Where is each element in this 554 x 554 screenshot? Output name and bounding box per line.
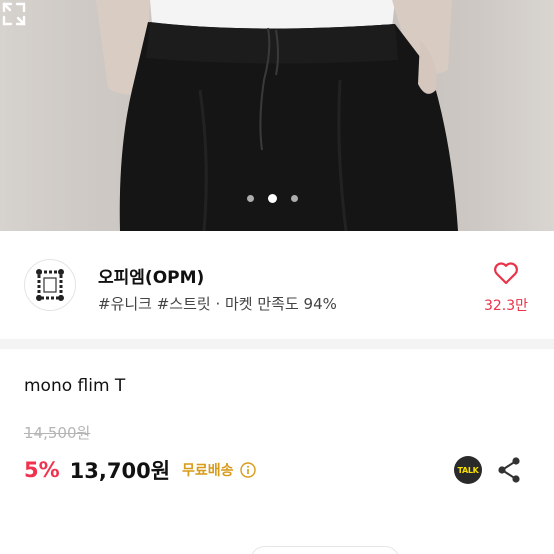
seller-section[interactable]: 오피엠(OPM) #유니크 #스트릿 · 마켓 만족도 94% 32.3만 xyxy=(0,231,554,339)
seller-tags: #유니크 #스트릿 · 마켓 만족도 94% xyxy=(98,295,337,313)
talk-label: TALK xyxy=(457,465,479,475)
product-image[interactable] xyxy=(0,0,554,231)
share-icon[interactable] xyxy=(496,456,522,484)
like-button[interactable]: 32.3만 xyxy=(476,261,536,315)
discount-rate: 5% xyxy=(24,458,60,482)
bottom-button[interactable] xyxy=(250,546,400,554)
price-row: 5% 13,700원 무료배송 xyxy=(24,454,256,486)
carousel-dot[interactable] xyxy=(291,195,298,202)
info-icon[interactable] xyxy=(239,462,256,478)
ornate-frame-logo-icon xyxy=(36,269,64,301)
kakao-talk-button[interactable]: TALK xyxy=(454,456,482,484)
carousel-indicator xyxy=(247,194,298,203)
expand-icon[interactable] xyxy=(0,0,28,28)
product-title: mono flim T xyxy=(24,376,126,396)
seller-name[interactable]: 오피엠(OPM) xyxy=(98,263,204,288)
carousel-dot[interactable] xyxy=(247,195,254,202)
carousel-dot-active[interactable] xyxy=(268,194,277,203)
heart-icon[interactable] xyxy=(493,261,519,285)
section-divider xyxy=(0,339,554,349)
sale-price: 13,700원 xyxy=(69,459,171,483)
free-shipping-label: 무료배송 xyxy=(182,463,234,479)
like-count: 32.3만 xyxy=(483,298,529,314)
original-price: 14,500원 xyxy=(24,424,91,442)
seller-avatar[interactable] xyxy=(24,259,76,311)
